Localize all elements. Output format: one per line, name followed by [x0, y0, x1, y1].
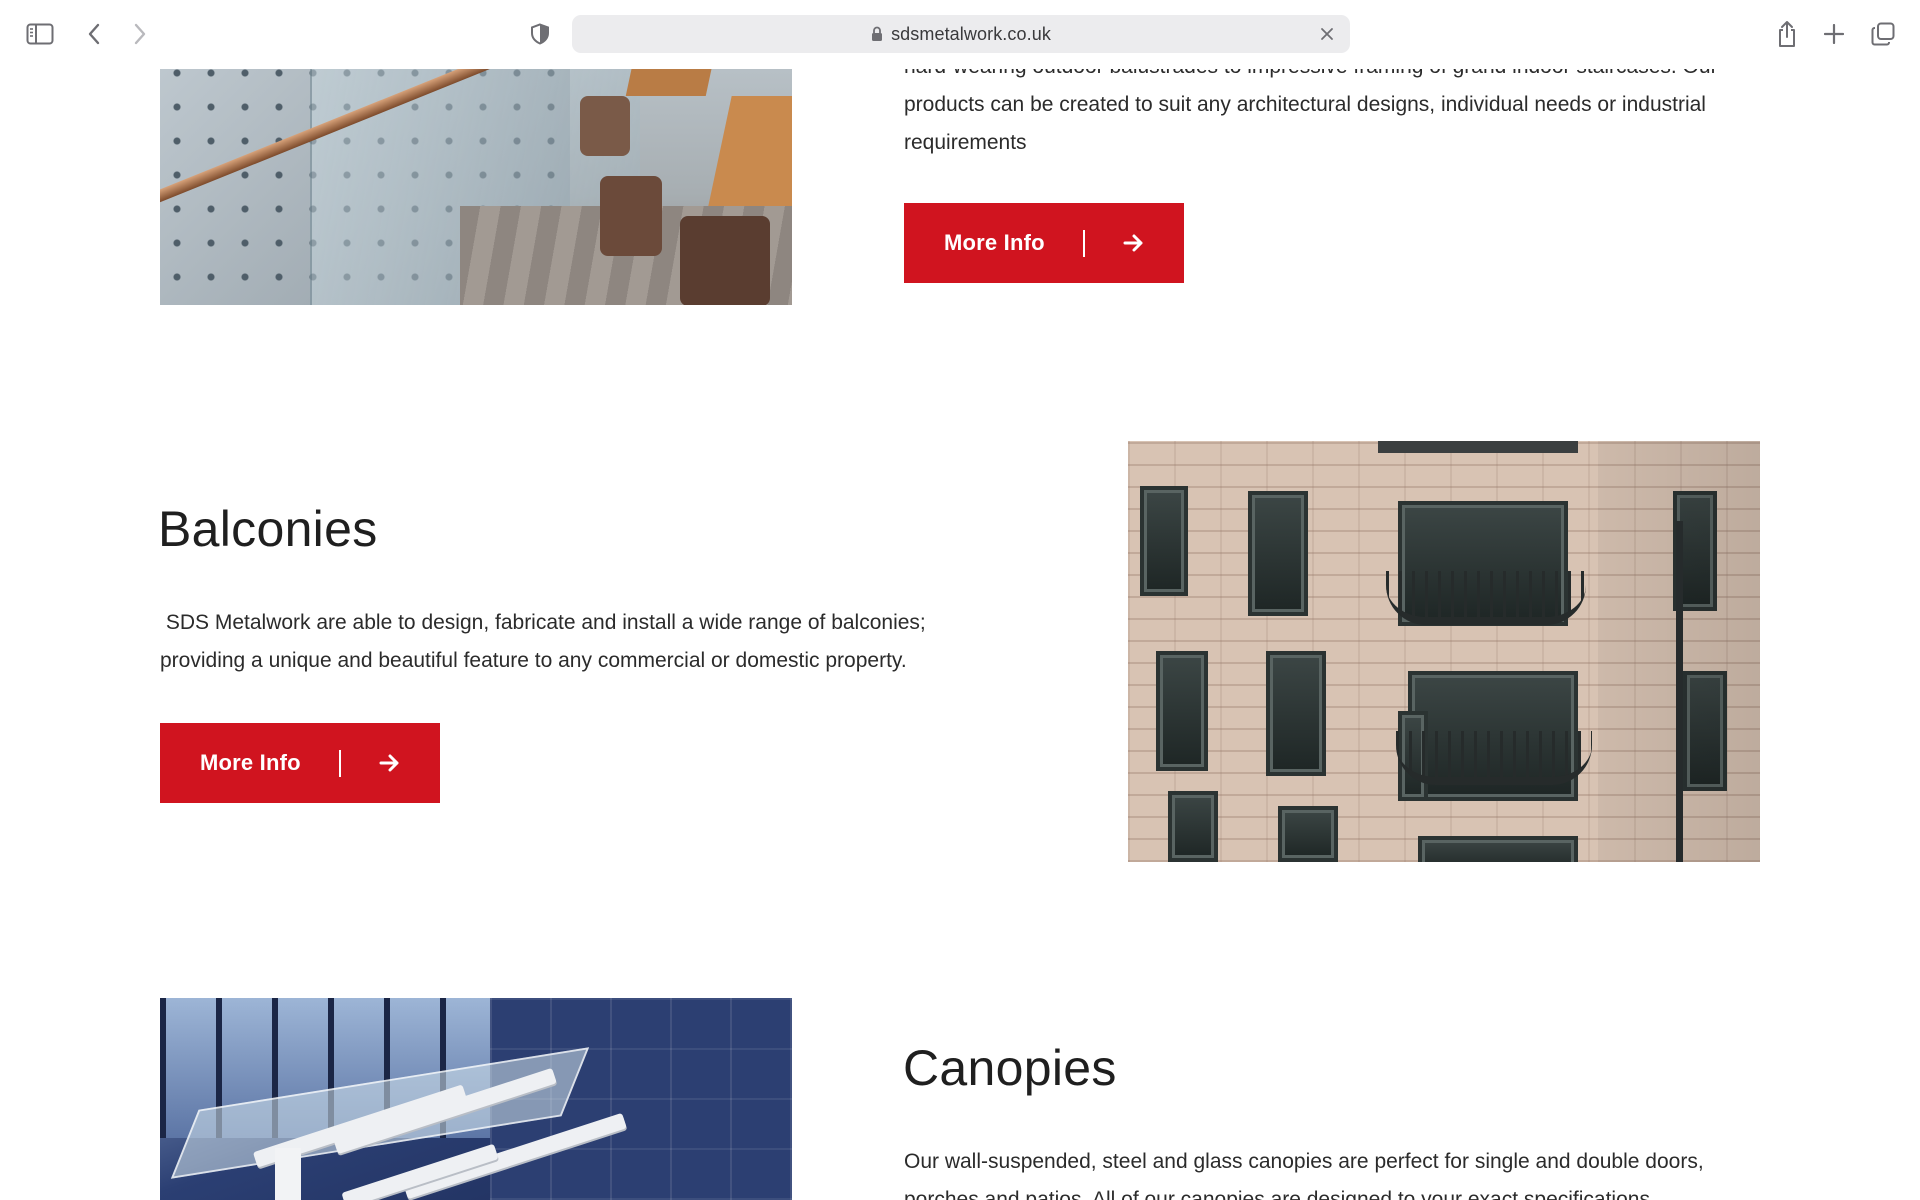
balconies-photo — [1128, 441, 1760, 862]
arrow-right-icon — [1123, 233, 1145, 253]
canopies-title: Canopies — [903, 1040, 1117, 1096]
canopies-text-line-1: Our wall-suspended, steel and glass cano… — [904, 1150, 1704, 1173]
sidebar-icon[interactable] — [22, 20, 58, 48]
browser-toolbar: sdsmetalwork.co.uk — [0, 0, 1920, 69]
canopies-photo — [160, 998, 792, 1200]
button-divider — [1083, 230, 1085, 257]
tabs-icon[interactable] — [1868, 19, 1898, 49]
balustrades-text-line-3: requirements — [904, 131, 1027, 154]
balconies-title: Balconies — [158, 501, 378, 557]
close-icon[interactable] — [1318, 25, 1336, 43]
button-divider — [339, 750, 341, 777]
canopies-description: Our wall-suspended, steel and glass cano… — [904, 1143, 1804, 1200]
shield-icon[interactable] — [526, 20, 554, 48]
address-bar[interactable]: sdsmetalwork.co.uk — [572, 15, 1350, 53]
balustrades-more-info-button[interactable]: More Info — [904, 203, 1184, 283]
arrow-right-icon — [379, 753, 401, 773]
lock-icon — [871, 26, 883, 42]
more-info-label: More Info — [200, 750, 301, 775]
address-text: sdsmetalwork.co.uk — [891, 23, 1051, 44]
balconies-description: SDS Metalwork are able to design, fabric… — [160, 604, 1020, 680]
balustrade-photo — [160, 56, 792, 305]
canopies-text-line-2: porches and patios. All of our canopies … — [904, 1188, 1656, 1200]
plus-icon[interactable] — [1820, 20, 1848, 48]
balustrades-text-line-2: products can be created to suit any arch… — [904, 93, 1706, 116]
chevron-left-icon[interactable] — [80, 20, 108, 48]
more-info-label: More Info — [944, 230, 1045, 255]
balconies-more-info-button[interactable]: More Info — [160, 723, 440, 803]
share-icon[interactable] — [1772, 18, 1802, 50]
balconies-text-line-2: providing a unique and beautiful feature… — [160, 649, 907, 672]
page-content: hard-wearing outdoor balustrades to impr… — [0, 0, 1920, 1200]
balconies-text-line-1: SDS Metalwork are able to design, fabric… — [160, 611, 926, 634]
chevron-right-icon[interactable] — [126, 20, 154, 48]
